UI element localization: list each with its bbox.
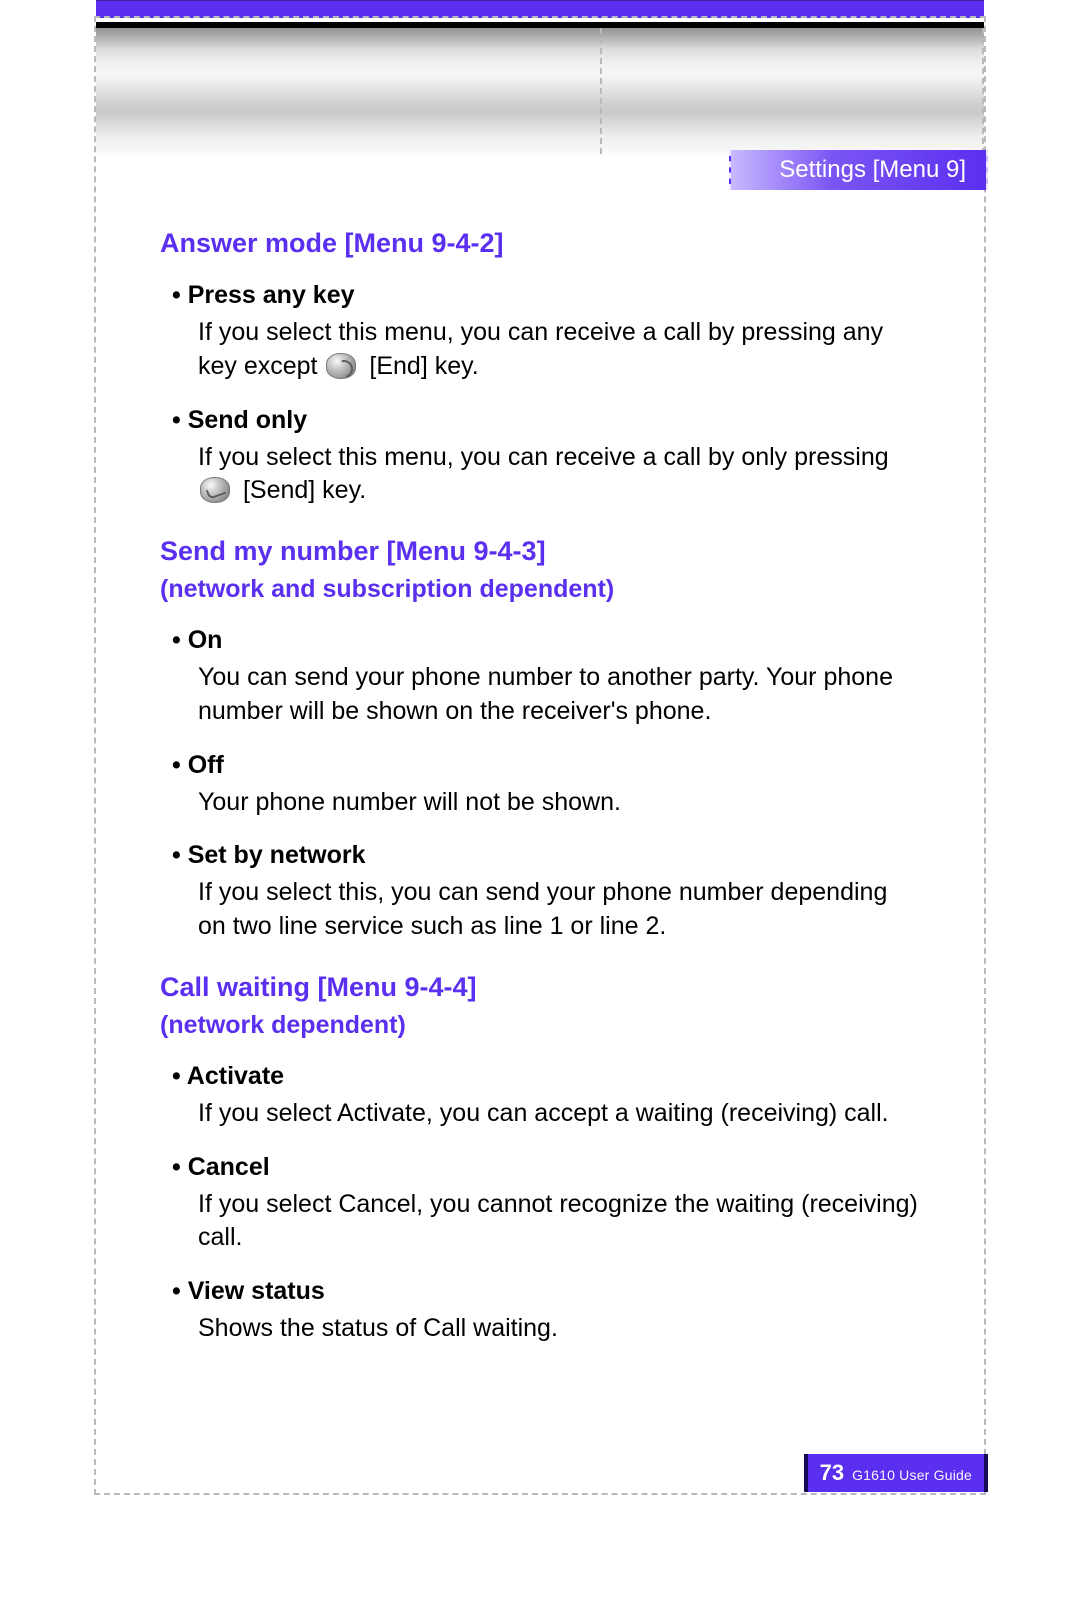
page-content: Answer mode [Menu 9-4-2] Press any key I… — [160, 228, 920, 1350]
paragraph: If you select Cancel, you cannot recogni… — [198, 1188, 920, 1256]
section-heading-send-my-number: Send my number [Menu 9-4-3] — [160, 536, 920, 567]
paragraph: If you select this menu, you can receive… — [198, 441, 920, 509]
paragraph: Your phone number will not be shown. — [198, 786, 920, 820]
breadcrumb-text: Settings [Menu 9] — [779, 156, 966, 183]
body-text: [Send] key. — [236, 476, 366, 504]
manual-page: Settings [Menu 9] Answer mode [Menu 9-4-… — [0, 0, 1080, 1621]
header-gradient-band — [96, 28, 984, 156]
header-bar-purple — [96, 0, 984, 18]
guide-name: G1610 User Guide — [852, 1467, 972, 1483]
bullet-heading-send-only: Send only — [172, 406, 920, 435]
section-heading-answer-mode: Answer mode [Menu 9-4-2] — [160, 228, 920, 259]
bullet-heading-set-by-network: Set by network — [172, 841, 920, 870]
header-divider-dash — [600, 28, 602, 154]
end-key-icon — [326, 353, 356, 379]
paragraph: Shows the status of Call waiting. — [198, 1312, 920, 1346]
body-text: [End] key. — [362, 352, 478, 380]
paragraph: If you select this menu, you can receive… — [198, 316, 920, 384]
bullet-heading-off: Off — [172, 751, 920, 780]
page-number: 73 — [820, 1460, 844, 1486]
bullet-heading-view-status: View status — [172, 1277, 920, 1306]
bullet-heading-press-any-key: Press any key — [172, 281, 920, 310]
breadcrumb-tab: Settings [Menu 9] — [729, 150, 988, 190]
section-subheading: (network dependent) — [160, 1011, 920, 1040]
paragraph: You can send your phone number to anothe… — [198, 661, 920, 729]
section-subheading: (network and subscription dependent) — [160, 575, 920, 604]
bullet-heading-on: On — [172, 626, 920, 655]
body-text: If you select this menu, you can receive… — [198, 318, 883, 380]
section-heading-call-waiting: Call waiting [Menu 9-4-4] — [160, 972, 920, 1003]
footer-tab: 73 G1610 User Guide — [804, 1454, 988, 1492]
body-text: If you select this menu, you can receive… — [198, 443, 889, 471]
paragraph: If you select Activate, you can accept a… — [198, 1097, 920, 1131]
bullet-heading-activate: Activate — [172, 1062, 920, 1091]
bullet-heading-cancel: Cancel — [172, 1153, 920, 1182]
send-key-icon — [200, 477, 230, 503]
header-divider-dash — [982, 28, 984, 154]
paragraph: If you select this, you can send your ph… — [198, 876, 920, 944]
